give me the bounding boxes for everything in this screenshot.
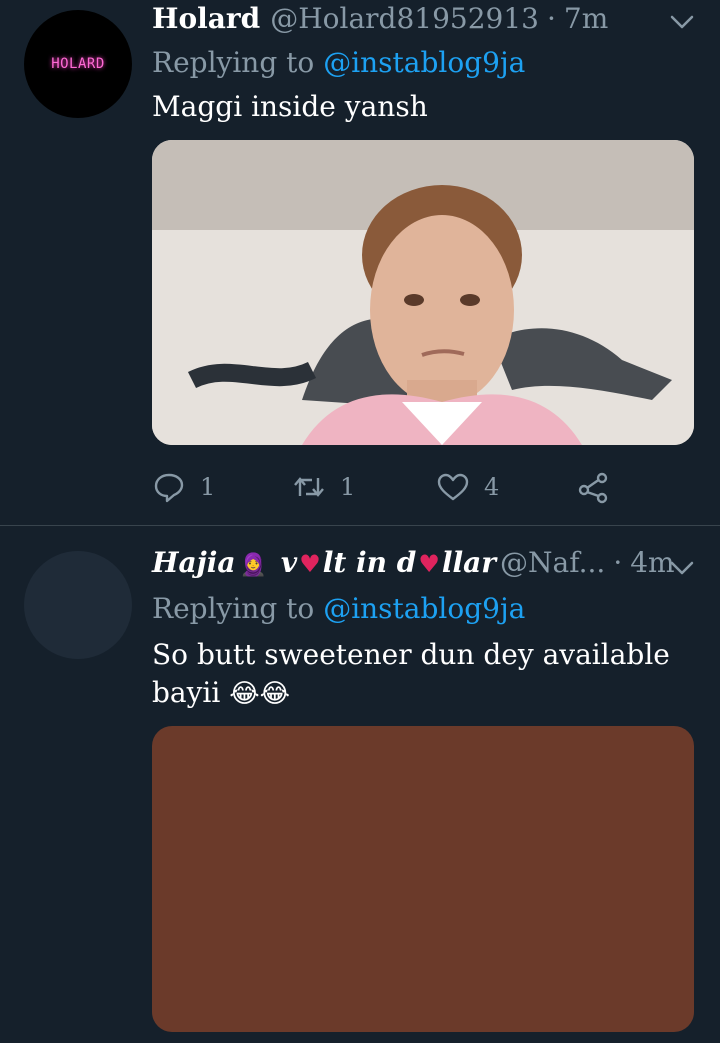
tweet-media-image[interactable] [152, 140, 694, 445]
display-name-part: lt in d [322, 546, 417, 579]
display-name-part: Hajia [152, 546, 236, 579]
avatar[interactable] [24, 551, 132, 659]
share-icon [578, 472, 608, 504]
like-icon [437, 473, 469, 501]
tweet-text: Maggi inside yansh [152, 90, 428, 123]
tweet-header: Hajia 🧕 v ♥ lt in d ♥ llar @Naf... · 4m [152, 546, 700, 586]
mention-link[interactable]: @instablog9ja [323, 46, 525, 79]
replying-to-line: Replying to @instablog9ja [152, 592, 525, 625]
hijab-emoji: 🧕 [239, 552, 267, 578]
reply-button[interactable]: 1 [152, 470, 215, 504]
replying-to-line: Replying to @instablog9ja [152, 46, 525, 79]
mention-link[interactable]: @instablog9ja [323, 592, 525, 625]
chevron-down-icon[interactable] [670, 560, 694, 576]
avatar[interactable]: HOLARD [24, 10, 132, 118]
replying-prefix: Replying to [152, 46, 315, 79]
reply-count: 1 [200, 473, 216, 501]
tweet-actions: 1 1 4 [152, 470, 672, 504]
handle[interactable]: @Naf... [500, 546, 605, 579]
avatar-logo-text: HOLARD [51, 56, 105, 72]
like-button[interactable]: 4 [436, 470, 499, 504]
tweet[interactable]: Hajia 🧕 v ♥ lt in d ♥ llar @Naf... · 4m … [0, 526, 720, 1043]
share-button[interactable] [576, 470, 610, 504]
timestamp[interactable]: 4m [630, 546, 674, 579]
tweet-header: Holard @Holard81952913 · 7m [152, 2, 700, 42]
display-name-part: v [280, 546, 298, 579]
separator: · [547, 2, 556, 35]
timestamp[interactable]: 7m [564, 2, 608, 35]
separator: · [613, 546, 623, 579]
laughing-emoji: 😂😂 [229, 679, 291, 709]
display-name-part: llar [441, 546, 497, 579]
retweet-count: 1 [340, 473, 356, 501]
tweet-text: So butt sweetener dun dey available bayi… [152, 636, 692, 713]
tweet-media-image[interactable] [152, 726, 694, 1032]
heart-emoji: ♥ [299, 549, 321, 578]
retweet-icon [294, 477, 324, 497]
heart-emoji: ♥ [418, 549, 440, 578]
handle[interactable]: @Holard81952913 [270, 2, 539, 35]
chevron-down-icon[interactable] [670, 14, 694, 30]
meme-photo [152, 140, 694, 445]
like-count: 4 [484, 473, 500, 501]
replying-prefix: Replying to [152, 592, 315, 625]
display-name[interactable]: Hajia 🧕 v ♥ lt in d ♥ llar [152, 546, 496, 579]
tweet[interactable]: HOLARD Holard @Holard81952913 · 7m Reply… [0, 0, 720, 525]
display-name[interactable]: Holard [152, 2, 260, 35]
retweet-button[interactable]: 1 [292, 470, 355, 504]
reply-icon [154, 473, 184, 503]
